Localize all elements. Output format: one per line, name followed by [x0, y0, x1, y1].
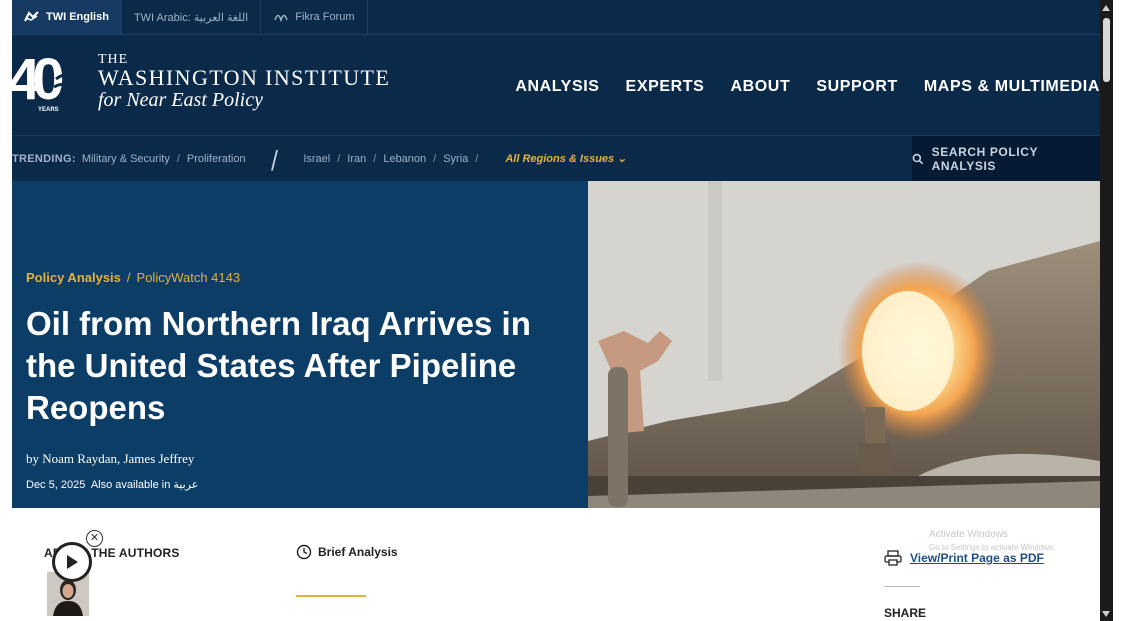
flag-icon: [24, 11, 39, 22]
oil-flare-photo: [588, 181, 1100, 508]
language-bar: TWI English TWI Arabic: اللغة العربية Fi…: [12, 0, 1100, 35]
article-hero: Policy Analysis / PolicyWatch 4143 Oil fro…: [12, 181, 588, 508]
brand-subtitle: for Near East Policy: [98, 89, 263, 111]
article-dateline: Dec 5, 2025 Also available in عربية: [26, 478, 198, 491]
nav-about[interactable]: ABOUT: [730, 78, 790, 96]
institute-name[interactable]: THE WASHINGTON INSTITUTE for Near East P…: [98, 53, 391, 112]
article-body: ABOUT THE AUTHORS ✕ Brief Analysis Activ…: [12, 508, 1100, 621]
arabic-version-link[interactable]: عربية: [173, 479, 198, 491]
print-pdf-link[interactable]: View/Print Page as PDF: [884, 550, 1044, 566]
fikra-icon: [274, 14, 288, 23]
breadcrumb: Policy Analysis / PolicyWatch 4143: [26, 270, 240, 285]
browser-viewport: TWI English TWI Arabic: اللغة العربية Fi…: [0, 0, 1121, 621]
scroll-up-arrow-icon[interactable]: [1102, 5, 1110, 11]
lang-label: Fikra Forum: [295, 11, 355, 23]
nav-experts[interactable]: EXPERTS: [626, 78, 705, 96]
also-available-label: Also available in: [90, 479, 171, 491]
divider: /: [337, 152, 341, 165]
region-iran[interactable]: Iran: [347, 153, 366, 165]
article-hero-image: [588, 181, 1100, 508]
divider: /: [126, 270, 131, 285]
all-regions-dropdown[interactable]: All Regions & Issues ⌄: [505, 152, 626, 165]
printer-icon: [884, 550, 902, 566]
divider: /: [176, 152, 180, 165]
article-byline[interactable]: by Noam Raydan, James Jeffrey: [26, 451, 194, 467]
clock-icon: [296, 544, 312, 560]
trending-topic-proliferation[interactable]: Proliferation: [187, 153, 246, 165]
website: TWI English TWI Arabic: اللغة العربية Fi…: [12, 0, 1100, 621]
breadcrumb-policy-analysis[interactable]: Policy Analysis: [26, 270, 121, 285]
lang-label: TWI Arabic: اللغة العربية: [133, 11, 249, 24]
institute-40-years-logo[interactable]: 40 YEARS: [12, 49, 98, 115]
close-icon: ✕: [89, 532, 100, 544]
region-syria[interactable]: Syria: [443, 153, 468, 165]
view-print-pdf-label[interactable]: View/Print Page as PDF: [910, 551, 1044, 565]
window-edge: [1113, 0, 1121, 621]
search-label: SEARCH POLICY ANALYSIS: [931, 145, 1038, 173]
brief-analysis-tab[interactable]: Brief Analysis: [296, 544, 398, 560]
scroll-thumb[interactable]: [1103, 18, 1110, 82]
video-play-button[interactable]: [52, 542, 92, 582]
article-title: Oil from Northern Iraq Arrives in the Un…: [26, 305, 531, 426]
brief-analysis-label: Brief Analysis: [318, 545, 398, 559]
close-video-button[interactable]: ✕: [86, 530, 103, 547]
brief-analysis-underline: [296, 595, 366, 597]
play-icon: [67, 555, 78, 569]
search-icon: [912, 153, 924, 165]
region-lebanon[interactable]: Lebanon: [383, 153, 426, 165]
lang-label: TWI English: [46, 11, 109, 23]
region-israel[interactable]: Israel: [303, 153, 330, 165]
windows-title: Activate Windows: [929, 529, 1008, 540]
divider: /: [475, 152, 479, 165]
search-policy-analysis-button[interactable]: SEARCH POLICY ANALYSIS: [912, 136, 1100, 182]
logo-number: 40: [12, 49, 62, 112]
divider: [884, 586, 920, 587]
scroll-down-arrow-icon[interactable]: [1102, 611, 1110, 617]
trending-label: TRENDING:: [12, 152, 76, 165]
trending-bar: TRENDING: Military & Security / Prolifer…: [12, 135, 1100, 182]
main-navigation: ANALYSIS EXPERTS ABOUT SUPPORT MAPS & MU…: [515, 78, 1100, 96]
brand-name: WASHINGTON INSTITUTE: [98, 65, 391, 90]
lang-twi-english[interactable]: TWI English: [12, 0, 122, 34]
logo-years: YEARS: [38, 107, 59, 113]
trending-topic-military[interactable]: Military & Security: [82, 153, 170, 165]
share-heading: SHARE: [884, 606, 927, 620]
nav-maps-multimedia[interactable]: MAPS & MULTIMEDIA: [924, 78, 1100, 96]
divider: /: [373, 152, 377, 165]
page-scrollbar[interactable]: [1100, 0, 1113, 621]
site-header: 40 YEARS THE WASHINGTON INSTITUTE for Ne…: [12, 35, 1100, 135]
divider: /: [433, 152, 437, 165]
breadcrumb-policywatch[interactable]: PolicyWatch 4143: [137, 270, 241, 285]
lang-twi-arabic[interactable]: TWI Arabic: اللغة العربية: [122, 0, 262, 34]
nav-support[interactable]: SUPPORT: [816, 78, 898, 96]
divider: |: [268, 145, 281, 171]
nav-analysis[interactable]: ANALYSIS: [515, 78, 599, 96]
lang-fikra-forum[interactable]: Fikra Forum: [261, 0, 368, 34]
article-date: Dec 5, 2025: [26, 479, 86, 491]
